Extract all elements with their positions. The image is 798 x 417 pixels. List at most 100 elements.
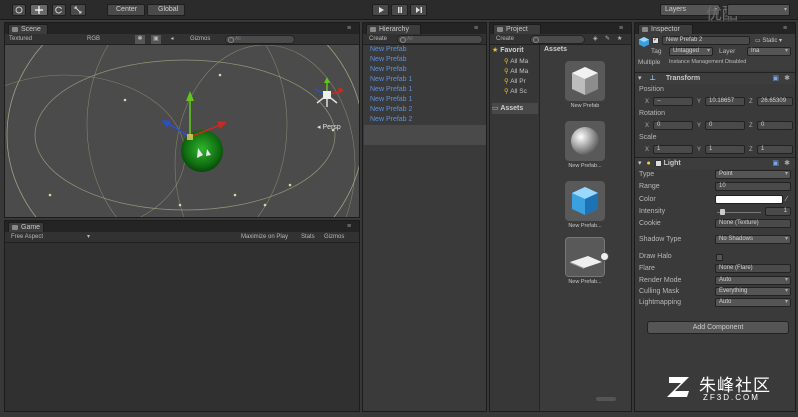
rotation-z-field[interactable]: 0 [757, 121, 793, 130]
hand-tool-button[interactable] [12, 4, 26, 16]
scale-x-field[interactable]: 1 [653, 145, 693, 154]
space-toggle-button[interactable]: Global [147, 4, 185, 16]
hierarchy-menu-icon[interactable]: ≡ [474, 25, 483, 32]
light-shadow-dropdown[interactable]: No Shadows [715, 235, 791, 244]
hierarchy-item[interactable]: New Prefab [370, 45, 407, 55]
scale-tool-button[interactable] [70, 4, 86, 16]
transform-header[interactable]: ▾ ⊥ Transform ▣ ✱ [635, 72, 795, 84]
hierarchy-create-dropdown[interactable]: Create [369, 35, 393, 44]
asset-item[interactable]: New Prefab... [565, 121, 609, 169]
asset-item[interactable]: New Prefab... [565, 237, 609, 285]
scene-menu-icon[interactable]: ≡ [347, 25, 356, 32]
rotation-y-field[interactable]: 0 [705, 121, 745, 130]
asset-item[interactable]: New Prefab [565, 61, 609, 109]
favorite-item[interactable]: ⚲ All Pr [504, 77, 528, 87]
active-checkbox[interactable]: ✓ [652, 37, 659, 44]
asset-item[interactable]: New Prefab... [565, 181, 609, 229]
eyedropper-icon[interactable]: ⁄ [786, 194, 787, 206]
project-create-dropdown[interactable]: Create [496, 35, 520, 44]
light-range-field[interactable]: 10 [715, 182, 791, 191]
scale-z-field[interactable]: 1 [757, 145, 793, 154]
hierarchy-item[interactable]: New Prefab [370, 65, 407, 75]
pivot-toggle-button[interactable]: Center [107, 4, 145, 16]
play-button[interactable] [372, 4, 389, 16]
game-menu-icon[interactable]: ≡ [347, 223, 356, 230]
light-cookie-field[interactable]: None (Texture) [715, 219, 791, 228]
rotate-tool-button[interactable] [52, 4, 66, 16]
move-tool-button[interactable] [30, 4, 48, 16]
aspect-dropdown[interactable]: Free Aspect ▾ [11, 233, 91, 242]
lighting-toggle[interactable]: ✱ [135, 35, 145, 44]
game-viewport[interactable] [5, 243, 359, 411]
inspector-menu-icon[interactable]: ≡ [783, 25, 792, 32]
game-gizmos-dropdown[interactable]: Gizmos [324, 233, 358, 242]
scene-viewport[interactable]: ◂ Persp [5, 45, 359, 217]
asset-name: New Prefab [570, 103, 600, 109]
asset-size-slider[interactable] [596, 397, 616, 401]
static-toggle[interactable]: ▭ Static ▾ [755, 37, 782, 44]
position-y-value: 10.18657 [709, 98, 735, 104]
assets-folder[interactable]: ▭ Assets [492, 103, 538, 114]
favorite-item[interactable]: ⚲ All Ma [504, 67, 528, 77]
scene-search-input[interactable]: All [225, 35, 295, 44]
hierarchy-item[interactable]: New Prefab 1 [370, 95, 412, 105]
layout-dropdown[interactable] [727, 4, 790, 16]
project-search-input[interactable] [530, 35, 585, 44]
hierarchy-item[interactable]: New Prefab [370, 55, 407, 65]
light-render-mode-dropdown[interactable]: Auto [715, 276, 791, 285]
hierarchy-item[interactable]: New Prefab 1 [370, 85, 412, 95]
layer-dropdown[interactable]: Ina [747, 47, 791, 56]
filter-type-icon[interactable]: ◈ [593, 35, 602, 44]
intensity-slider-thumb[interactable] [720, 209, 725, 215]
scale-y-field[interactable]: 1 [705, 145, 745, 154]
static-checkbox-icon: ▭ [755, 38, 761, 44]
step-button[interactable] [410, 4, 427, 16]
light-header[interactable]: ▾ ● Light ▣ ✱ [635, 157, 795, 169]
position-y-field[interactable]: 10.18657 [705, 97, 745, 106]
hierarchy-search-input[interactable]: All [397, 35, 483, 44]
project-menu-icon[interactable]: ≡ [619, 25, 628, 32]
light-flare-field[interactable]: None (Flare) [715, 264, 791, 273]
light-color-swatch[interactable] [715, 195, 783, 204]
tab-inspector[interactable]: Inspector [638, 24, 693, 34]
tab-project[interactable]: Project [493, 24, 541, 34]
audio-toggle[interactable]: ◂ [167, 35, 177, 44]
stats-toggle[interactable]: Stats [301, 233, 321, 242]
tab-game[interactable]: Game [8, 222, 44, 232]
position-x-field[interactable]: -- [653, 97, 693, 106]
light-enabled-checkbox[interactable] [654, 159, 662, 167]
draw-mode-dropdown[interactable]: Textured [9, 35, 69, 44]
light-lightmap-value: Auto [719, 299, 732, 305]
tag-dropdown[interactable]: Untagged [669, 47, 713, 56]
maximize-on-play-toggle[interactable]: Maximize on Play [241, 233, 297, 242]
favorites-header[interactable]: ★ Favorit [492, 46, 524, 54]
persp-label[interactable]: ◂ Persp [317, 123, 341, 131]
scale-icon [74, 6, 82, 14]
tab-scene[interactable]: Scene [8, 24, 48, 34]
hierarchy-item[interactable]: New Prefab 2 [370, 115, 412, 125]
favorite-item[interactable]: ⚲ All Ma [504, 57, 528, 67]
render-mode-dropdown[interactable]: RGB [87, 35, 132, 44]
hierarchy-item[interactable]: New Prefab 2 [370, 105, 412, 115]
add-component-button[interactable]: Add Component [647, 321, 789, 334]
main-toolbar: Center Global Layers 优酷 [0, 0, 798, 23]
tab-hierarchy[interactable]: Hierarchy [366, 24, 421, 34]
pause-button[interactable] [391, 4, 408, 16]
light-type-dropdown[interactable]: Point [715, 170, 791, 179]
image-toggle[interactable]: ▣ [151, 35, 161, 44]
light-culling-dropdown[interactable]: Everything [715, 287, 791, 296]
favorite-star-icon[interactable]: ★ [617, 35, 626, 44]
gizmos-dropdown[interactable]: Gizmos [190, 35, 224, 44]
y-axis-label: Y [697, 147, 702, 153]
filter-label-icon[interactable]: ✎ [605, 35, 614, 44]
position-z-field[interactable]: 26.65309 [757, 97, 793, 106]
hierarchy-item[interactable]: New Prefab 1 [370, 75, 412, 85]
light-lightmap-dropdown[interactable]: Auto [715, 298, 791, 307]
position-x-value: -- [657, 98, 661, 104]
light-intensity-field[interactable]: 1 [765, 207, 791, 216]
play-preview-icon[interactable] [600, 252, 609, 261]
draw-halo-checkbox[interactable] [716, 254, 723, 261]
object-name-field[interactable]: New Prefab 2 [662, 36, 750, 45]
rotation-x-field[interactable]: 0 [653, 121, 693, 130]
favorite-item[interactable]: ⚲ All Sc [504, 87, 528, 97]
